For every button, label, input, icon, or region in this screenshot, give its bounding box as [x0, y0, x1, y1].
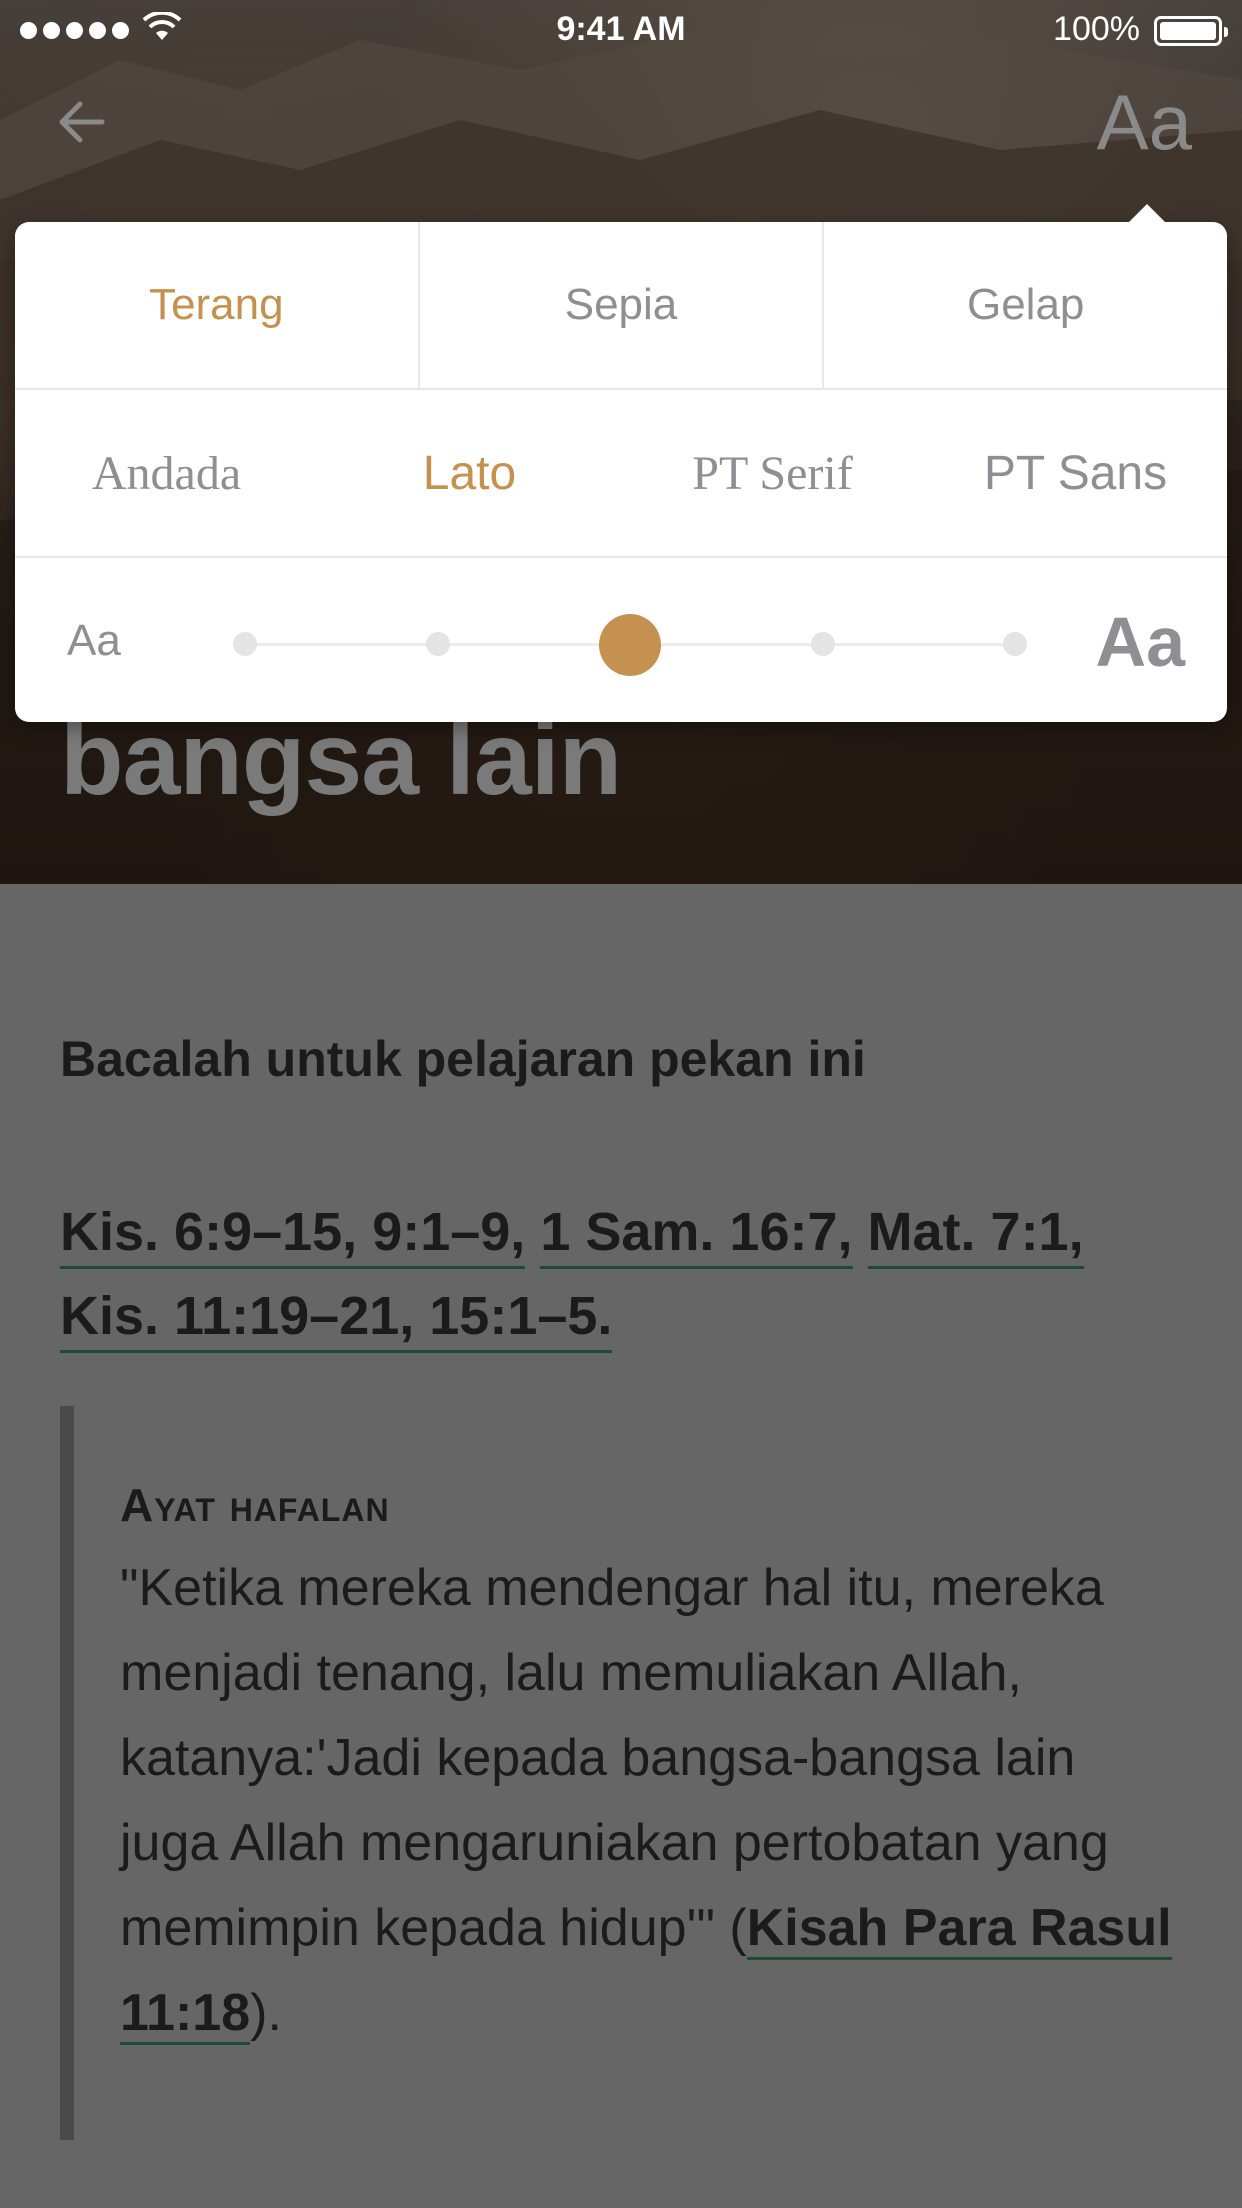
font-size-selector: Aa Aa [15, 558, 1227, 724]
battery-icon [1154, 16, 1228, 46]
font-size-step[interactable] [233, 632, 257, 656]
font-option-pt-serif[interactable]: PT Serif [621, 390, 924, 556]
font-option-andada[interactable]: Andada [15, 390, 318, 556]
reference-link[interactable]: Kis. 6:9–15, 9:1–9, [60, 1202, 526, 1269]
theme-option-sepia[interactable]: Sepia [420, 222, 825, 388]
battery-percent: 100% [1053, 10, 1140, 48]
reading-settings-popover: Terang Sepia Gelap Andada Lato PT Serif … [15, 204, 1227, 724]
font-size-large-label: Aa [1095, 603, 1185, 681]
reading-heading: Bacalah untuk pelajaran pekan ini [60, 1031, 866, 1087]
back-arrow-icon[interactable] [52, 92, 112, 152]
font-size-step[interactable] [1003, 632, 1027, 656]
font-size-step[interactable] [810, 632, 835, 656]
font-size-slider-knob[interactable] [599, 614, 661, 676]
memory-verse-text: "Ketika mereka mendengar hal itu, mereka… [120, 1546, 1180, 2056]
font-settings-button[interactable]: Aa [1097, 82, 1192, 162]
font-option-lato[interactable]: Lato [318, 390, 621, 556]
memory-verse-block: Ayat hafalan "Ketika mereka mendengar ha… [60, 1406, 1204, 2140]
memory-verse-body: "Ketika mereka mendengar hal itu, mereka… [120, 1559, 1109, 1957]
font-size-small-label: Aa [67, 616, 121, 665]
theme-option-terang[interactable]: Terang [15, 222, 420, 388]
font-selector: Andada Lato PT Serif PT Sans [15, 390, 1227, 558]
lesson-content: Bacalah untuk pelajaran pekan ini Kis. 6… [60, 1030, 1190, 2140]
status-bar: 9:41 AM 100% [0, 0, 1242, 60]
reference-link[interactable]: Mat. 7:1, [867, 1202, 1084, 1269]
reference-link[interactable]: Kis. 11:19–21, 15:1–5. [60, 1286, 613, 1353]
memory-verse-closing: ). [250, 1984, 282, 2042]
reading-references: Kis. 6:9–15, 9:1–9, 1 Sam. 16:7, Mat. 7:… [60, 1190, 1190, 1358]
theme-selector: Terang Sepia Gelap [15, 222, 1227, 390]
font-option-pt-sans[interactable]: PT Sans [924, 390, 1227, 556]
memory-verse-title: Ayat hafalan [120, 1479, 390, 1531]
theme-option-gelap[interactable]: Gelap [824, 222, 1227, 388]
font-size-step[interactable] [425, 632, 450, 656]
reference-link[interactable]: 1 Sam. 16:7, [540, 1202, 853, 1269]
font-settings-label: Aa [1096, 78, 1192, 166]
popover-caret [1129, 204, 1165, 222]
